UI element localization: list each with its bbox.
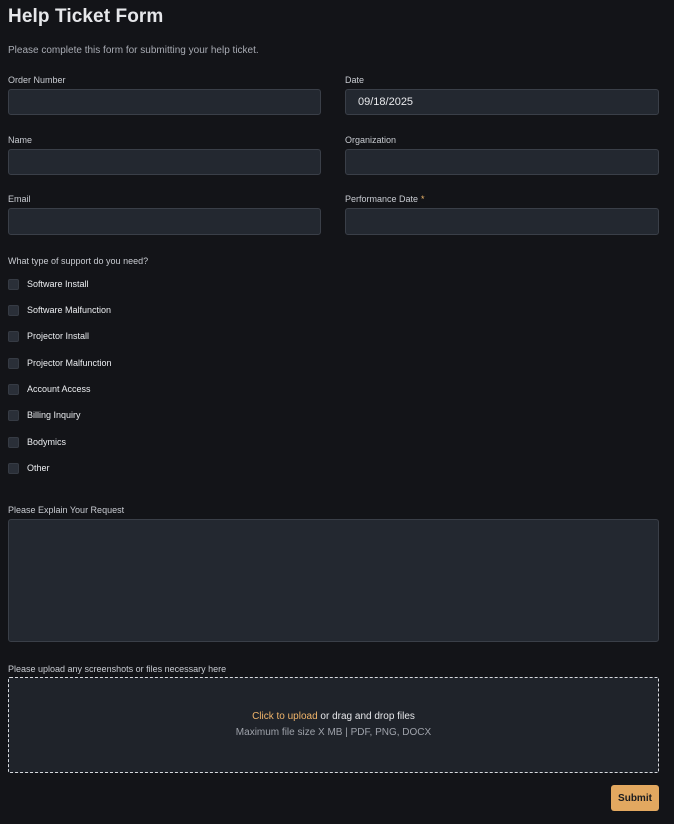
option-label: Billing Inquiry bbox=[27, 410, 81, 420]
performance-date-label-text: Performance Date bbox=[345, 194, 419, 204]
support-option-account-access[interactable]: Account Access bbox=[8, 382, 91, 396]
organization-label: Organization bbox=[345, 135, 397, 145]
checkbox[interactable] bbox=[8, 462, 19, 474]
name-label: Name bbox=[8, 135, 33, 145]
name-input[interactable] bbox=[8, 149, 321, 175]
option-label: Projector Malfunction bbox=[27, 358, 112, 368]
support-option-software-install[interactable]: Software Install bbox=[8, 277, 89, 291]
submit-button[interactable]: Submit bbox=[611, 785, 659, 811]
support-type-question: What type of support do you need? bbox=[8, 256, 149, 266]
upload-label: Please upload any screenshots or files n… bbox=[8, 664, 227, 674]
support-option-projector-install[interactable]: Projector Install bbox=[8, 329, 89, 343]
form-title: Help Ticket Form bbox=[8, 6, 164, 27]
checkbox[interactable] bbox=[8, 436, 19, 448]
request-label: Please Explain Your Request bbox=[8, 505, 125, 515]
checkbox[interactable] bbox=[8, 383, 19, 395]
performance-date-input[interactable] bbox=[345, 208, 659, 235]
support-option-bodymics[interactable]: Bodymics bbox=[8, 435, 66, 449]
performance-date-label: Performance Date * bbox=[345, 194, 425, 204]
click-to-upload-link[interactable]: Click to upload bbox=[252, 711, 318, 722]
support-option-billing-inquiry[interactable]: Billing Inquiry bbox=[8, 408, 81, 422]
order-number-input[interactable] bbox=[8, 89, 321, 115]
order-number-label: Order Number bbox=[8, 75, 66, 85]
option-label: Projector Install bbox=[27, 331, 90, 341]
support-option-projector-malfunction[interactable]: Projector Malfunction bbox=[8, 356, 112, 370]
required-marker: * bbox=[421, 194, 425, 204]
option-label: Other bbox=[27, 463, 50, 473]
checkbox[interactable] bbox=[8, 278, 19, 290]
date-label: Date bbox=[345, 75, 365, 85]
support-option-other[interactable]: Other bbox=[8, 461, 50, 475]
drag-drop-text: or drag and drop files bbox=[317, 711, 415, 722]
support-option-software-malfunction[interactable]: Software Malfunction bbox=[8, 303, 111, 317]
option-label: Bodymics bbox=[27, 437, 67, 447]
request-textarea[interactable] bbox=[8, 519, 659, 642]
checkbox[interactable] bbox=[8, 304, 19, 316]
organization-input[interactable] bbox=[345, 149, 659, 175]
option-label: Account Access bbox=[27, 384, 91, 394]
option-label: Software Install bbox=[27, 279, 89, 289]
form-subtitle: Please complete this form for submitting… bbox=[8, 45, 259, 56]
dropzone-instructions: Click to upload or drag and drop files bbox=[9, 711, 658, 722]
checkbox[interactable] bbox=[8, 409, 19, 421]
email-label: Email bbox=[8, 194, 31, 204]
file-size-hint: Maximum file size X MB | PDF, PNG, DOCX bbox=[235, 727, 432, 738]
date-input[interactable] bbox=[345, 89, 659, 115]
checkbox[interactable] bbox=[8, 357, 19, 369]
option-label: Software Malfunction bbox=[27, 305, 112, 315]
file-dropzone[interactable]: Click to upload or drag and drop files M… bbox=[8, 677, 659, 773]
checkbox[interactable] bbox=[8, 330, 19, 342]
email-input[interactable] bbox=[8, 208, 321, 235]
